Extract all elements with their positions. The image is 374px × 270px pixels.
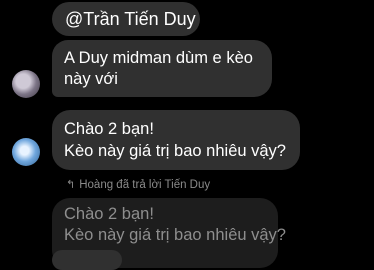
message-text-line: này với [64, 70, 118, 88]
reply-header-text: Hoàng đã trả lời Tiến Duy [79, 179, 211, 191]
sender-avatar[interactable] [12, 138, 40, 166]
reply-header: ↰ Hoàng đã trả lời Tiến Duy [66, 178, 210, 191]
message-bubble-mention[interactable]: @Trần Tiến Duy [52, 2, 200, 36]
quoted-text-line: Chào 2 bạn! [64, 205, 154, 223]
message-text: @Trần Tiến Duy [65, 9, 196, 29]
message-bubble[interactable]: Chào 2 bạn! Kèo này giá trị bao nhiêu vậ… [52, 110, 300, 170]
message-text-line: Kèo này giá trị bao nhiêu vậy? [64, 142, 286, 160]
reply-arrow-icon: ↰ [66, 179, 76, 191]
quoted-text-line: Kèo này giá trị bao nhiêu vậy? [64, 226, 286, 244]
message-text-line: Chào 2 bạn! [64, 120, 154, 138]
reply-message-bubble[interactable] [52, 250, 122, 270]
message-bubble[interactable]: A Duy midman dùm e kèo này với [52, 40, 272, 97]
message-text-line: A Duy midman dùm e kèo [64, 49, 253, 67]
sender-avatar[interactable] [12, 70, 40, 98]
